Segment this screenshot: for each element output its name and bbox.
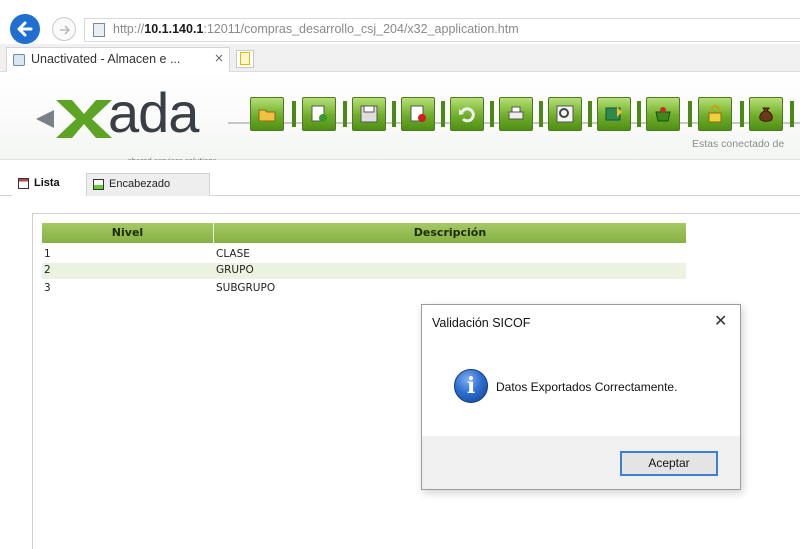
header-form-icon <box>93 179 104 190</box>
app-tab-bar: Lista Encabezado <box>0 160 800 196</box>
print-icon <box>508 106 524 120</box>
toolbar-separator <box>343 101 347 127</box>
export-icon <box>605 107 622 121</box>
browser-tab[interactable]: Unactivated - Almacen e ... × <box>6 47 230 72</box>
dialog-title: Validación SICOF <box>432 316 531 330</box>
tab-encabezado[interactable]: Encabezado <box>86 173 210 196</box>
toolbar-separator <box>392 101 396 127</box>
lock-icon <box>708 105 722 123</box>
toolbar-separator <box>740 101 744 127</box>
basket-icon <box>655 107 671 122</box>
ada-logo: ada shared services solutions <box>14 81 224 165</box>
browser-tab-row: Unactivated - Almacen e ... × <box>0 44 800 72</box>
close-icon[interactable]: ✕ <box>714 311 727 330</box>
toolbar-separator <box>790 101 794 127</box>
add-page-icon <box>311 105 327 122</box>
tab-lista-label: Lista <box>34 177 60 189</box>
cell-nivel: 3 <box>44 282 51 294</box>
save-icon <box>360 105 378 123</box>
new-tab-icon <box>240 52 250 65</box>
url-field[interactable]: http://10.1.140.1:12011/compras_desarrol… <box>84 18 800 42</box>
toolbar-separator <box>292 101 296 127</box>
print-button[interactable] <box>499 97 533 131</box>
back-button[interactable] <box>10 14 40 44</box>
column-header-descripcion[interactable]: Descripción <box>214 223 686 243</box>
column-header-nivel[interactable]: Nivel <box>42 223 214 243</box>
search-button[interactable] <box>548 97 582 131</box>
table-row[interactable]: 1 CLASE <box>42 247 686 263</box>
forward-button[interactable] <box>52 17 76 41</box>
folder-icon <box>258 109 276 122</box>
url-text: http://10.1.140.1:12011/compras_desarrol… <box>113 22 519 36</box>
grid-header: Nivel Descripción <box>42 223 686 243</box>
money-button[interactable] <box>749 97 783 131</box>
dialog-body: Validación SICOF ✕ i Datos Exportados Co… <box>422 305 740 436</box>
list-icon <box>18 178 29 189</box>
toolbar-separator <box>588 101 592 127</box>
close-tab-icon[interactable]: × <box>214 51 224 65</box>
toolbar-separator <box>637 101 641 127</box>
money-bag-icon <box>759 107 773 122</box>
ada-x-icon <box>36 100 112 138</box>
cell-descripcion: SUBGRUPO <box>216 282 276 294</box>
arrow-left-icon <box>17 21 33 37</box>
lock-button[interactable] <box>698 97 732 131</box>
arrow-right-icon <box>60 25 71 35</box>
cell-nivel: 1 <box>44 248 51 260</box>
toolbar-separator <box>490 101 494 127</box>
table-row[interactable]: 2 GRUPO <box>42 263 686 279</box>
info-glyph: i <box>466 373 476 399</box>
info-icon: i <box>454 369 488 403</box>
accept-button[interactable]: Aceptar <box>620 451 718 476</box>
connection-status: Estas conectado de <box>692 138 785 150</box>
browser-tab-title: Unactivated - Almacen e ... <box>31 52 181 66</box>
toolbar-separator <box>441 101 445 127</box>
message-dialog: Validación SICOF ✕ i Datos Exportados Co… <box>421 304 741 490</box>
undo-button[interactable] <box>450 97 484 131</box>
dialog-message: Datos Exportados Correctamente. <box>496 380 678 394</box>
new-tab-button[interactable] <box>236 50 254 68</box>
delete-icon <box>410 105 426 122</box>
cell-nivel: 2 <box>44 264 51 276</box>
toolbar-separator <box>688 101 692 127</box>
tab-encabezado-label: Encabezado <box>109 178 171 190</box>
page-icon <box>93 23 105 37</box>
undo-icon <box>459 107 475 123</box>
save-button[interactable] <box>352 97 386 131</box>
cell-descripcion: GRUPO <box>216 264 254 276</box>
basket-button[interactable] <box>646 97 680 131</box>
app-header: ada shared services solutions Es <box>0 72 800 165</box>
tab-lista[interactable]: Lista <box>12 173 86 196</box>
open-button[interactable] <box>250 97 284 131</box>
new-button[interactable] <box>302 97 336 131</box>
toolbar-separator <box>539 101 543 127</box>
logo-word: ada <box>108 81 199 144</box>
export-button[interactable] <box>597 97 631 131</box>
delete-button[interactable] <box>401 97 435 131</box>
search-icon <box>556 105 574 123</box>
table-row[interactable]: 3 SUBGRUPO <box>42 281 686 297</box>
browser-address-bar: http://10.1.140.1:12011/compras_desarrol… <box>0 0 800 44</box>
page-icon <box>13 54 25 66</box>
cell-descripcion: CLASE <box>216 248 250 260</box>
